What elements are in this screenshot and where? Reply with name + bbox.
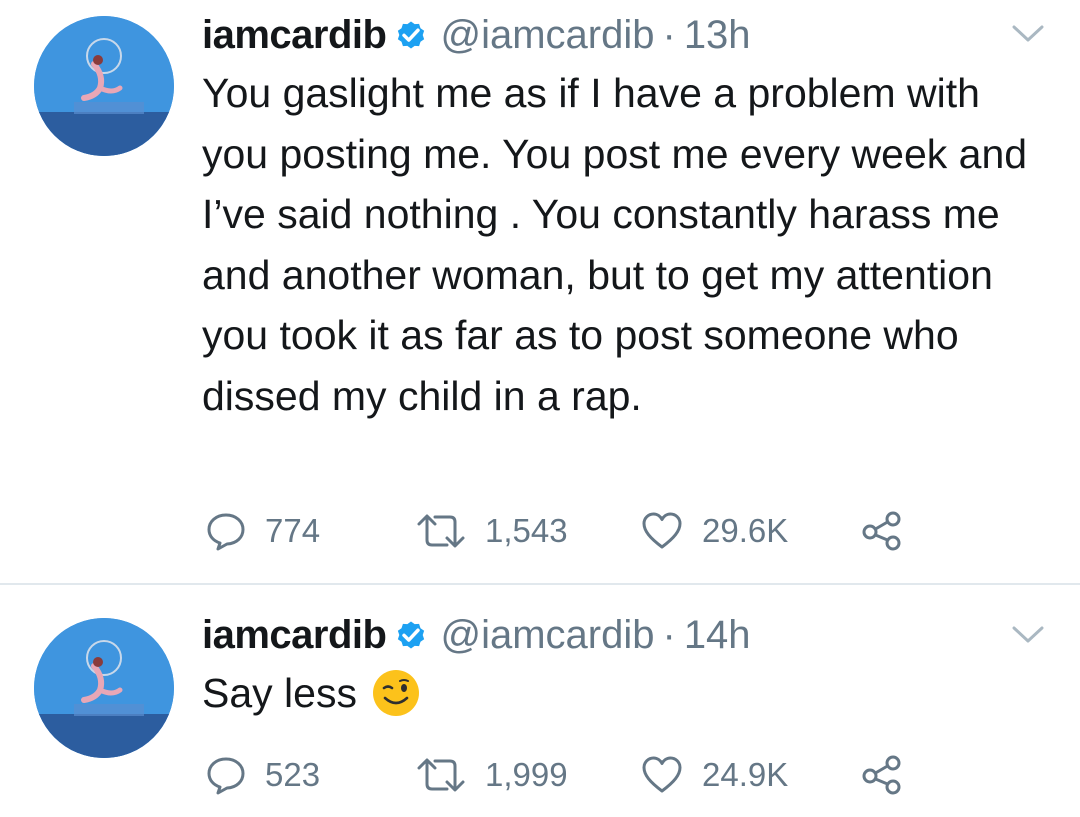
display-name[interactable]: iamcardib <box>202 13 387 58</box>
tweet-text-content: Say less <box>202 670 357 716</box>
tweet[interactable]: iamcardib @iamcardib · 14h Say less 523 … <box>0 585 1080 817</box>
tweet[interactable]: iamcardib @iamcardib · 13h You gaslight … <box>0 0 1080 583</box>
timestamp[interactable]: 14h <box>684 613 751 658</box>
verified-badge-icon <box>392 16 430 54</box>
handle[interactable]: @iamcardib <box>440 613 654 658</box>
share-icon <box>860 754 904 796</box>
avatar[interactable] <box>34 16 174 156</box>
chevron-down-icon[interactable] <box>1010 623 1046 647</box>
separator: · <box>662 12 676 57</box>
reply-count: 523 <box>265 756 321 793</box>
retweet-button[interactable]: 1,543 <box>415 509 568 553</box>
tweet-actions: 523 1,999 24.9K <box>205 753 965 797</box>
tweet-actions: 774 1,543 29.6K <box>205 509 965 553</box>
share-button[interactable] <box>860 753 904 797</box>
display-name[interactable]: iamcardib <box>202 613 387 658</box>
heart-icon <box>640 510 684 552</box>
like-count: 24.9K <box>702 756 789 793</box>
like-count: 29.6K <box>702 512 789 549</box>
verified-badge-icon <box>392 616 430 654</box>
tweet-text: Say less <box>202 663 1042 724</box>
retweet-button[interactable]: 1,999 <box>415 753 568 797</box>
tweet-header: iamcardib @iamcardib · 13h <box>202 5 751 65</box>
share-button[interactable] <box>860 509 904 553</box>
like-button[interactable]: 29.6K <box>640 509 788 553</box>
separator: · <box>662 612 676 657</box>
reply-icon <box>205 510 247 552</box>
winking-face-emoji <box>371 668 421 718</box>
timestamp[interactable]: 13h <box>684 13 751 58</box>
retweet-count: 1,999 <box>485 756 568 793</box>
like-button[interactable]: 24.9K <box>640 753 788 797</box>
reply-count: 774 <box>265 512 321 549</box>
reply-button[interactable]: 774 <box>205 509 320 553</box>
avatar[interactable] <box>34 618 174 758</box>
handle[interactable]: @iamcardib <box>440 13 654 58</box>
chevron-down-icon[interactable] <box>1010 22 1046 46</box>
tweet-text: You gaslight me as if I have a problem w… <box>202 70 1028 419</box>
heart-icon <box>640 754 684 796</box>
share-icon <box>860 510 904 552</box>
reply-button[interactable]: 523 <box>205 753 320 797</box>
retweet-icon <box>415 510 467 552</box>
retweet-icon <box>415 754 467 796</box>
retweet-count: 1,543 <box>485 512 568 549</box>
tweet-header: iamcardib @iamcardib · 14h <box>202 605 751 665</box>
reply-icon <box>205 754 247 796</box>
